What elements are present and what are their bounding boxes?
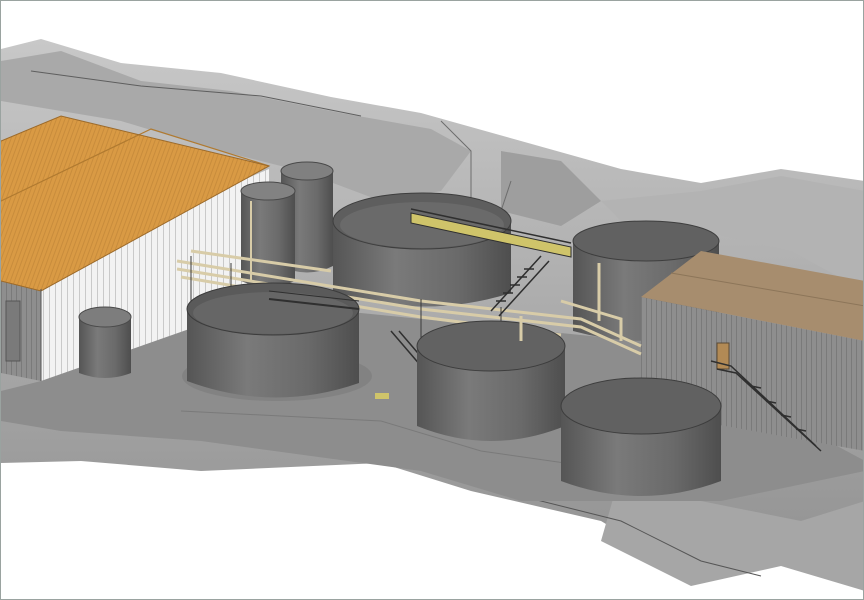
model-viewport[interactable] <box>0 0 864 600</box>
plant-3d-render <box>1 39 863 591</box>
tank-front-right <box>560 377 722 496</box>
clarifier-tank-left <box>182 282 372 401</box>
grate-plate <box>375 393 389 399</box>
small-tank <box>78 306 132 378</box>
silo-tall-left <box>240 181 296 287</box>
tank-center <box>416 316 566 441</box>
